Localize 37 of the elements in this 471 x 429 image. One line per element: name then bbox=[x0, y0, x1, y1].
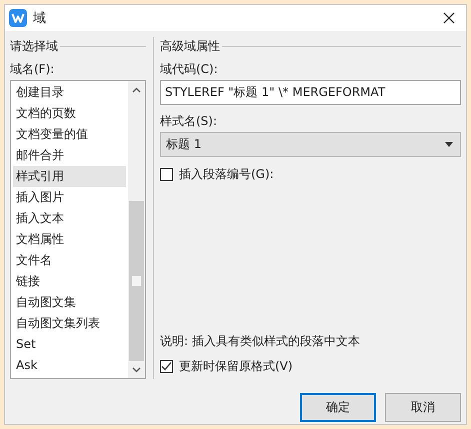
app-logo-icon bbox=[9, 9, 27, 27]
list-item[interactable]: Set bbox=[13, 334, 126, 355]
list-item[interactable]: Ask bbox=[13, 355, 126, 376]
list-item[interactable]: 自动图文集 bbox=[13, 292, 126, 313]
field-label: 域代码(C): bbox=[160, 61, 219, 78]
list-item[interactable]: 样式引用 bbox=[13, 166, 126, 187]
description-text: 说明: 插入具有类似样式的段落中文本 bbox=[160, 333, 361, 350]
checkbox-label: 更新时保留原格式(V) bbox=[179, 358, 293, 375]
list-item[interactable]: 文档的页数 bbox=[13, 103, 126, 124]
code-field[interactable]: STYLEREF "标题 1" \* MERGEFORMAT bbox=[160, 80, 461, 105]
group-title: 请选择域 bbox=[10, 38, 58, 54]
list-item[interactable]: 邮件合并 bbox=[13, 145, 126, 166]
list-item[interactable]: 文件名 bbox=[13, 250, 126, 271]
list-item[interactable]: 链接 bbox=[13, 271, 126, 292]
list-item[interactable]: 创建目录 bbox=[13, 82, 126, 103]
list-item[interactable]: 插入图片 bbox=[13, 187, 126, 208]
field-label: 样式名(S): bbox=[160, 113, 218, 130]
scrollbar[interactable] bbox=[128, 81, 145, 378]
group-title: 高级域属性 bbox=[160, 38, 220, 54]
dropdown-arrow-icon bbox=[445, 142, 453, 147]
field-list[interactable]: 创建目录 文档的页数 文档变量的值 邮件合并 样式引用 插入图片 插入文本 文档属性 文件名 链接 自动图文集 自动图文集列表 Set Ask bbox=[10, 80, 146, 379]
scroll-thumb[interactable] bbox=[129, 201, 144, 361]
checkbox[interactable] bbox=[160, 360, 173, 373]
list-item[interactable]: 文档属性 bbox=[13, 229, 126, 250]
close-icon bbox=[443, 12, 455, 24]
style-dropdown[interactable]: 标题 1 bbox=[160, 132, 461, 157]
list-item[interactable]: 文档变量的值 bbox=[13, 124, 126, 145]
list-item[interactable]: 自动图文集列表 bbox=[13, 313, 126, 334]
checkbox-label: 插入段落编号(G): bbox=[179, 166, 274, 183]
cancel-button[interactable]: 取消 bbox=[385, 393, 461, 422]
checkbox[interactable] bbox=[160, 168, 173, 181]
list-item[interactable]: 插入文本 bbox=[13, 208, 126, 229]
window-title: 域 bbox=[33, 10, 46, 27]
field-label: 域名(F): bbox=[10, 61, 56, 78]
dropdown-value: 标题 1 bbox=[166, 136, 202, 153]
checkmark-icon bbox=[161, 361, 172, 372]
ok-button[interactable]: 确定 bbox=[300, 393, 376, 422]
